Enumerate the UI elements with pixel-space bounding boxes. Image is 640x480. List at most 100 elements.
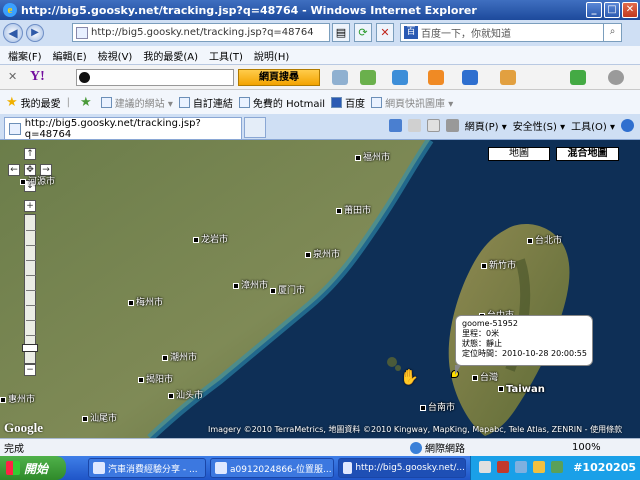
ie-icon bbox=[93, 462, 105, 474]
clock[interactable]: #1020205 bbox=[573, 461, 636, 474]
search-input[interactable]: 百 百度一下，你就知道 ⌕ bbox=[400, 23, 622, 42]
status-value: 靜止 bbox=[486, 339, 502, 348]
security-icon[interactable] bbox=[551, 461, 563, 473]
pan-left-icon[interactable]: ← bbox=[8, 164, 20, 176]
map-label: 梅州市 bbox=[128, 295, 163, 308]
baidu-icon: 百 bbox=[404, 26, 418, 39]
tab-title: http://big5.goosky.net/tracking.jsp?q=48… bbox=[24, 117, 201, 140]
page-icon bbox=[76, 26, 88, 39]
map-label: 揭阳市 bbox=[138, 372, 173, 385]
menu-bar: 檔案(F) 編輯(E) 檢視(V) 我的最愛(A) 工具(T) 說明(H) bbox=[0, 46, 640, 65]
status-text: 完成 bbox=[4, 444, 24, 455]
time-label: 定位時間： bbox=[462, 349, 502, 358]
map-type-map-button[interactable]: 地圖 bbox=[488, 147, 550, 161]
stop-icon[interactable]: ✕ bbox=[376, 23, 394, 42]
map-label: 泉州市 bbox=[305, 247, 340, 260]
settings-icon[interactable] bbox=[608, 70, 624, 85]
yahoo-search-icon bbox=[79, 72, 90, 83]
taskbar-item-label: 汽車消費經驗分享 - ... bbox=[108, 464, 198, 475]
zoom-slider-handle[interactable] bbox=[22, 344, 38, 352]
network-icon[interactable] bbox=[515, 461, 527, 473]
star-icon: ★ bbox=[6, 94, 18, 110]
print-icon[interactable] bbox=[445, 119, 459, 132]
page-icon bbox=[371, 96, 383, 108]
favorites-button[interactable]: ★ 我的最愛 bbox=[0, 95, 61, 110]
fav-item-suggested[interactable]: 建議的網站 ▾ bbox=[100, 95, 173, 110]
map-label: 河源市 bbox=[20, 174, 55, 187]
tab-tracking[interactable]: http://big5.goosky.net/tracking.jsp?q=48… bbox=[4, 117, 242, 140]
tools-menu[interactable]: 工具(O) ▾ bbox=[571, 118, 615, 133]
home-icon[interactable] bbox=[388, 119, 402, 132]
address-bar[interactable]: http://big5.goosky.net/tracking.jsp?q=48… bbox=[72, 23, 330, 42]
add-favorite-button[interactable]: ★ bbox=[74, 95, 95, 110]
yahoo-search-input[interactable] bbox=[76, 69, 234, 86]
start-button[interactable]: 開始 bbox=[0, 456, 66, 480]
fav-item-label: 百度 bbox=[345, 98, 366, 110]
maximize-button[interactable]: □ bbox=[604, 2, 620, 18]
device-id: goome-51952 bbox=[462, 319, 518, 328]
keyboard-icon[interactable] bbox=[479, 461, 491, 473]
messenger-icon[interactable] bbox=[500, 70, 516, 85]
zoom-in-icon[interactable]: + bbox=[24, 200, 36, 212]
help-icon[interactable] bbox=[621, 119, 634, 132]
back-button[interactable]: ◀ bbox=[3, 23, 23, 43]
taskbar-item[interactable]: 汽車消費經驗分享 - ... bbox=[88, 458, 206, 478]
new-tab-button[interactable] bbox=[244, 117, 266, 138]
menu-file[interactable]: 檔案(F) bbox=[8, 48, 42, 63]
taskbar-item[interactable]: a0912024866-位置服... bbox=[210, 458, 334, 478]
mail-icon[interactable] bbox=[462, 70, 478, 85]
fav-item-label: 免費的 Hotmail bbox=[252, 98, 326, 110]
google-logo[interactable]: Google bbox=[4, 420, 43, 436]
map-type-hybrid-button[interactable]: 混合地圖 bbox=[556, 147, 619, 161]
time-value: 2010-10-28 20:00:55 bbox=[502, 349, 587, 358]
map-label: 潮州市 bbox=[162, 350, 197, 363]
volume-icon[interactable] bbox=[533, 461, 545, 473]
yahoo-logo[interactable]: Y! bbox=[30, 69, 45, 85]
menu-favorites[interactable]: 我的最愛(A) bbox=[143, 48, 198, 63]
satellite-map[interactable]: 地圖 混合地圖 ↑ ← ✥ → ↓ + − 福州市 莆田市 泉州市 龙岩市 漳州… bbox=[0, 140, 640, 438]
zoom-out-icon[interactable]: − bbox=[24, 364, 36, 376]
map-copyright: Imagery ©2010 TerraMetrics, 地圖資料 ©2010 K… bbox=[208, 425, 623, 434]
menu-help[interactable]: 說明(H) bbox=[254, 48, 289, 63]
yahoo-search-button[interactable]: 網頁搜尋 bbox=[238, 69, 320, 86]
address-url: http://big5.goosky.net/tracking.jsp?q=48… bbox=[91, 27, 314, 38]
safety-menu[interactable]: 安全性(S) ▾ bbox=[513, 118, 565, 133]
pan-up-icon[interactable]: ↑ bbox=[24, 148, 36, 160]
read-mail-icon[interactable] bbox=[426, 119, 440, 132]
page-icon bbox=[9, 122, 21, 135]
fav-item-hotmail[interactable]: 免費的 Hotmail bbox=[238, 95, 326, 110]
search-icon[interactable]: ⌕ bbox=[603, 24, 621, 41]
search-placeholder: 百度一下，你就知道 bbox=[421, 29, 511, 40]
forward-button[interactable]: ▶ bbox=[26, 24, 44, 42]
zoom-slider[interactable] bbox=[24, 214, 36, 364]
fav-item-custom-links[interactable]: 自訂連結 bbox=[178, 95, 233, 110]
zone-label: 網際網路 bbox=[425, 444, 465, 455]
bookmark-icon[interactable] bbox=[360, 70, 376, 85]
minimize-button[interactable]: _ bbox=[586, 2, 602, 18]
fav-item-web-slice-gallery[interactable]: 網頁快訊圖庫 ▾ bbox=[371, 95, 453, 110]
zoom-level[interactable]: 100% bbox=[572, 442, 601, 453]
rss-icon[interactable] bbox=[428, 70, 444, 85]
page-menu[interactable]: 網頁(P) ▾ bbox=[465, 118, 507, 133]
security-zone[interactable]: 網際網路 bbox=[410, 440, 465, 455]
menu-view[interactable]: 檢視(V) bbox=[98, 48, 133, 63]
map-label: 莆田市 bbox=[336, 203, 371, 216]
add-button-icon[interactable] bbox=[570, 70, 586, 85]
feeds-icon[interactable] bbox=[407, 119, 421, 132]
news-icon[interactable] bbox=[392, 70, 408, 85]
close-window-button[interactable]: ✕ bbox=[622, 2, 638, 18]
close-toolbar-icon[interactable]: ✕ bbox=[8, 70, 17, 83]
refresh-icon[interactable]: ⟳ bbox=[354, 23, 372, 42]
yahoo-toolbar: ✕ Y! 網頁搜尋 bbox=[0, 65, 640, 90]
taskbar-item-active[interactable]: http://big5.goosky.net/... bbox=[338, 458, 466, 478]
taskbar: 開始 汽車消費經驗分享 - ... a0912024866-位置服... htt… bbox=[0, 456, 640, 480]
tray-app-icon[interactable] bbox=[497, 461, 509, 473]
window-title: http://big5.goosky.net/tracking.jsp?q=48… bbox=[21, 3, 477, 17]
menu-edit[interactable]: 編輯(E) bbox=[53, 48, 87, 63]
menu-tools[interactable]: 工具(T) bbox=[209, 48, 243, 63]
window-titlebar[interactable]: e http://big5.goosky.net/tracking.jsp?q=… bbox=[0, 0, 640, 20]
fav-item-baidu[interactable]: 百度 bbox=[331, 95, 365, 110]
compatibility-view-icon[interactable]: ▤ bbox=[332, 23, 350, 42]
ie-icon bbox=[343, 462, 353, 474]
anti-spy-icon[interactable] bbox=[332, 70, 348, 85]
